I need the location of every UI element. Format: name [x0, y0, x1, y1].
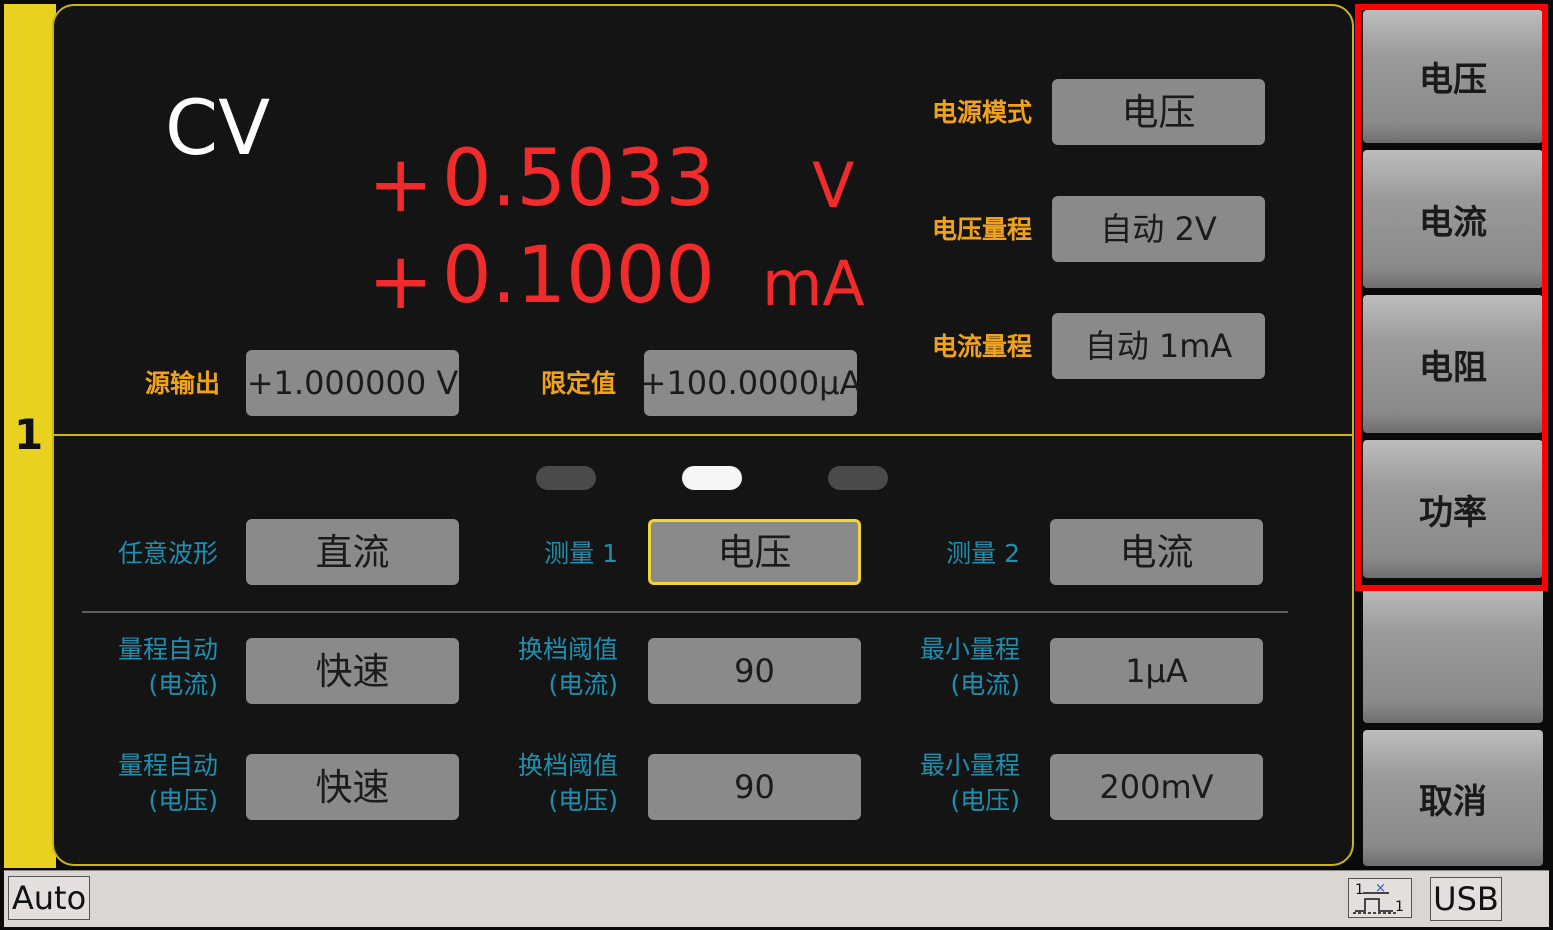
- power-mode-button[interactable]: 电压: [1052, 79, 1265, 145]
- auto-range-voltage-button[interactable]: 快速: [246, 754, 459, 820]
- min-range-current-button[interactable]: 1µA: [1050, 638, 1263, 704]
- source-output-button[interactable]: +1.000000 V: [246, 350, 459, 416]
- svg-text:1: 1: [1355, 882, 1364, 898]
- threshold-voltage-label: 换档阈值 (电压): [490, 748, 618, 818]
- auto-range-current-label: 量程自动 (电流): [90, 632, 218, 702]
- min-range-voltage-button[interactable]: 200mV: [1050, 754, 1263, 820]
- power-mode-label: 电源模式: [931, 98, 1032, 127]
- min-range-current-label-line2: (电流): [950, 670, 1020, 699]
- voltage-range-button[interactable]: 自动 2V: [1052, 196, 1265, 262]
- softkey-blank[interactable]: [1363, 585, 1543, 723]
- threshold-current-button[interactable]: 90: [648, 638, 861, 704]
- row-divider: [82, 611, 1288, 613]
- status-usb: USB: [1430, 877, 1502, 921]
- min-range-voltage-label-line1: 最小量程: [919, 751, 1020, 780]
- source-output-label: 源输出: [144, 369, 220, 398]
- status-auto: Auto: [8, 876, 90, 920]
- limit-button[interactable]: +100.0000µA: [640, 350, 861, 416]
- softkey-power[interactable]: 功率: [1363, 440, 1543, 578]
- threshold-current-label-line1: 换档阈值: [517, 635, 618, 664]
- current-unit: mA: [762, 247, 865, 320]
- threshold-voltage-label-line1: 换档阈值: [517, 751, 618, 780]
- voltage-range-label: 电压量程: [931, 215, 1032, 244]
- min-range-voltage-label-line2: (电压): [950, 786, 1020, 815]
- softkey-cancel[interactable]: 取消: [1363, 730, 1543, 866]
- trigger-icon-glyph: 1 × 1: [1353, 881, 1404, 915]
- threshold-voltage-button[interactable]: 90: [648, 754, 861, 820]
- voltage-sign: +: [368, 140, 434, 230]
- softkey-current[interactable]: 电流: [1363, 150, 1543, 288]
- svg-text:1: 1: [1395, 899, 1404, 915]
- current-reading: 0.1000: [442, 231, 715, 321]
- operating-mode: CV: [165, 83, 271, 172]
- threshold-current-label-line2: (电流): [548, 670, 618, 699]
- section-divider: [52, 434, 1354, 436]
- instrument-screen: 1 CV + 0.5033 V + 0.1000 mA 源输出 +1.00000…: [0, 0, 1553, 930]
- waveform-button[interactable]: 直流: [246, 519, 459, 585]
- softkey-voltage[interactable]: 电压: [1363, 10, 1543, 143]
- trigger-icon: 1 × 1: [1348, 878, 1412, 918]
- threshold-voltage-label-line2: (电压): [548, 786, 618, 815]
- min-range-voltage-label: 最小量程 (电压): [892, 748, 1020, 818]
- page-indicator-3[interactable]: [828, 466, 888, 490]
- auto-range-voltage-label: 量程自动 (电压): [90, 748, 218, 818]
- auto-range-current-button[interactable]: 快速: [246, 638, 459, 704]
- current-sign: +: [368, 237, 434, 327]
- auto-range-current-label-line1: 量程自动: [117, 635, 218, 664]
- channel-number: 1: [14, 410, 44, 459]
- page-indicator-1[interactable]: [536, 466, 596, 490]
- measure2-label: 测量 2: [946, 539, 1020, 568]
- voltage-unit: V: [812, 149, 855, 222]
- min-range-current-label-line1: 最小量程: [919, 635, 1020, 664]
- auto-range-voltage-label-line1: 量程自动: [117, 751, 218, 780]
- measure1-label: 测量 1: [544, 539, 618, 568]
- auto-range-current-label-line2: (电流): [148, 670, 218, 699]
- limit-label: 限定值: [540, 369, 616, 398]
- current-range-label: 电流量程: [931, 332, 1032, 361]
- status-bar: [4, 870, 1549, 927]
- threshold-current-label: 换档阈值 (电流): [490, 632, 618, 702]
- measure1-button[interactable]: 电压: [648, 519, 861, 585]
- auto-range-voltage-label-line2: (电压): [148, 786, 218, 815]
- page-indicator-2-active[interactable]: [682, 466, 742, 490]
- softkey-resistance[interactable]: 电阻: [1363, 295, 1543, 433]
- waveform-label: 任意波形: [117, 539, 218, 568]
- current-range-button[interactable]: 自动 1mA: [1052, 313, 1265, 379]
- voltage-reading: 0.5033: [442, 134, 715, 224]
- measure2-button[interactable]: 电流: [1050, 519, 1263, 585]
- min-range-current-label: 最小量程 (电流): [892, 632, 1020, 702]
